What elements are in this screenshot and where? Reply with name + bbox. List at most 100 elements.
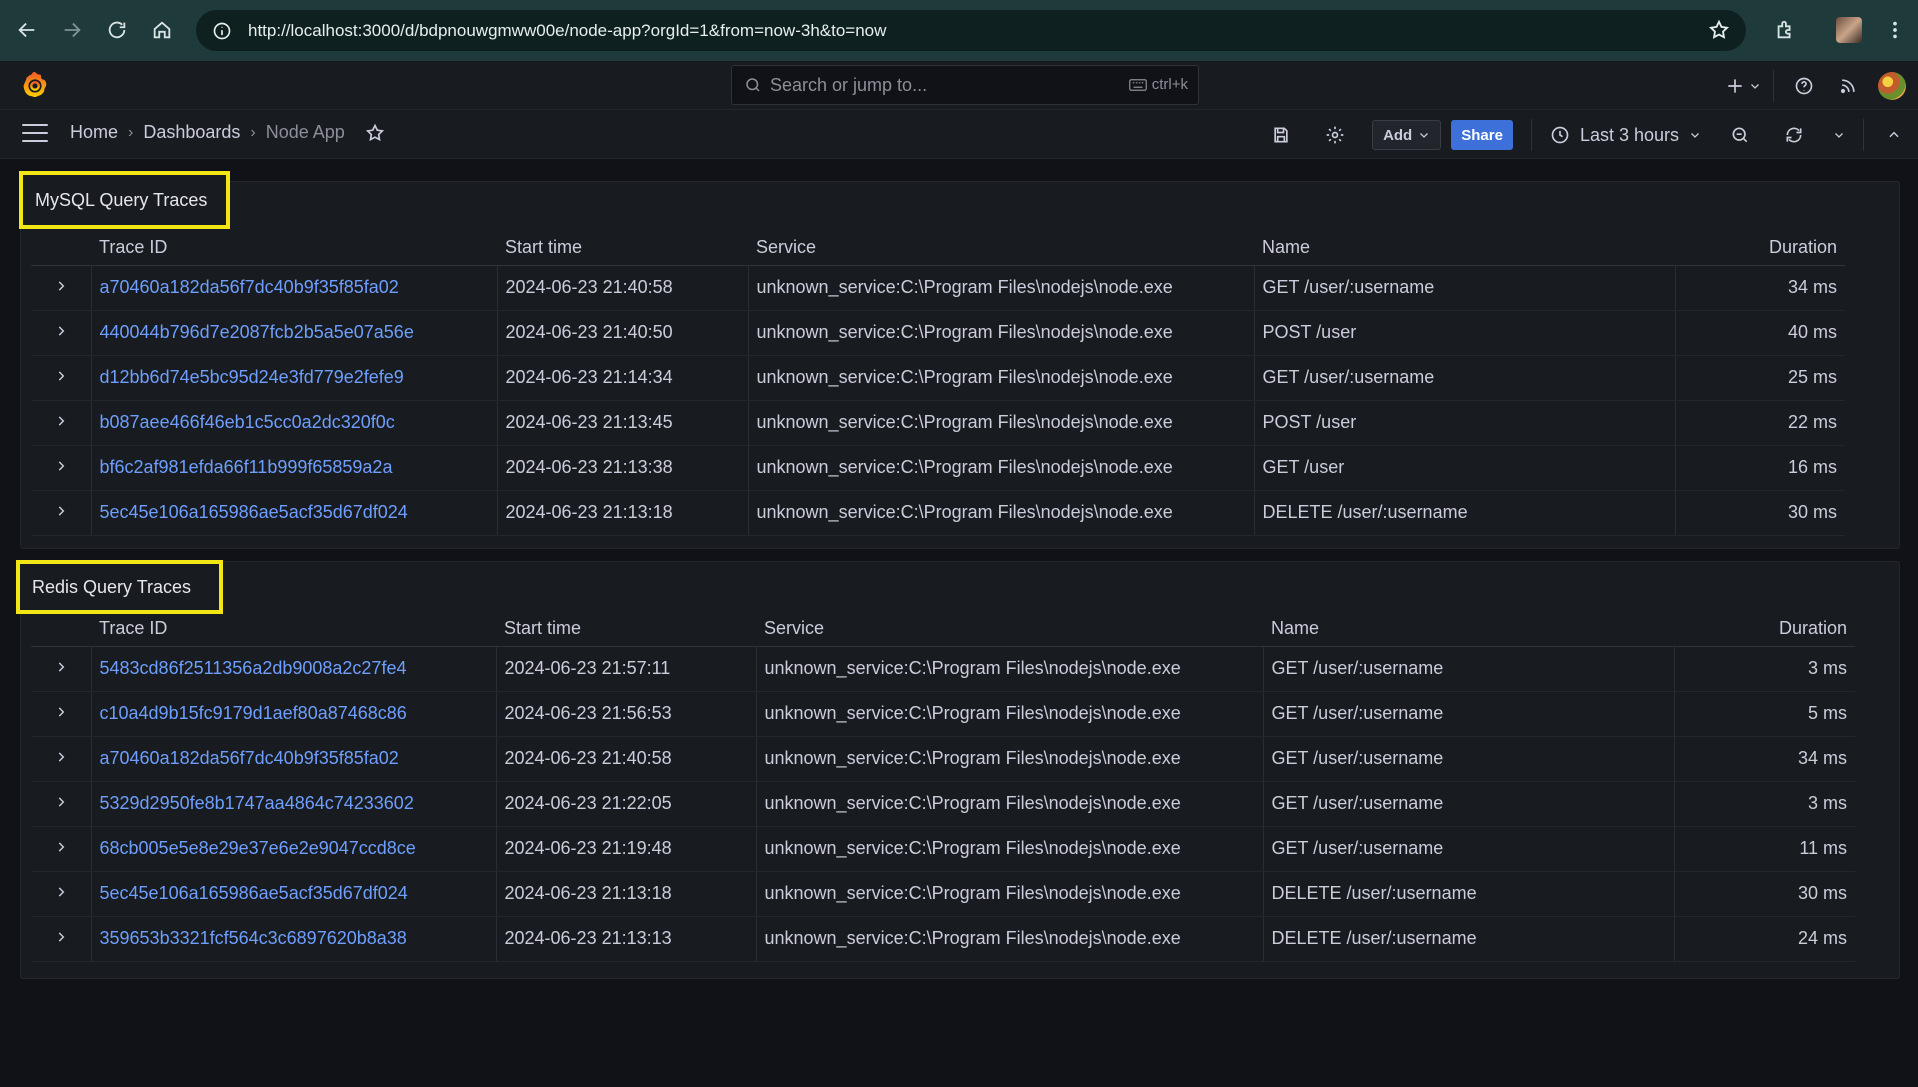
column-header[interactable]: Duration — [1675, 231, 1845, 266]
save-dashboard-icon[interactable] — [1254, 116, 1308, 154]
search-input[interactable]: Search or jump to... ctrl+k — [731, 65, 1199, 105]
trace-id-link[interactable]: 5ec45e106a165986ae5acf35d67df024 — [90, 871, 496, 917]
expand-row-chevron-icon[interactable] — [31, 781, 91, 827]
zoom-out-icon[interactable] — [1713, 116, 1767, 154]
extensions-icon[interactable] — [1762, 8, 1808, 52]
start-time-cell: 2024-06-23 21:13:13 — [495, 916, 756, 962]
back-icon[interactable] — [5, 8, 49, 52]
favorite-star-icon[interactable] — [365, 123, 385, 143]
trace-id-link[interactable]: 440044b796d7e2087fcb2b5a5e07a56e — [90, 310, 497, 356]
table-row[interactable]: d12bb6d74e5bc95d24e3fd779e2fefe9 2024-06-… — [31, 355, 1845, 401]
expand-row-chevron-icon[interactable] — [31, 646, 91, 692]
column-header[interactable]: Name — [1254, 231, 1675, 266]
user-avatar[interactable] — [1874, 67, 1910, 105]
column-header[interactable]: Duration — [1674, 612, 1855, 647]
site-info-icon[interactable] — [210, 19, 234, 43]
home-icon[interactable] — [140, 8, 184, 52]
settings-gear-icon[interactable] — [1308, 116, 1362, 154]
url-text[interactable]: http://localhost:3000/d/bdpnouwgmww00e/n… — [248, 21, 886, 41]
table-row[interactable]: b087aee466f46eb1c5cc0a2dc320f0c 2024-06-2… — [31, 400, 1845, 446]
expand-row-chevron-icon[interactable] — [31, 691, 91, 737]
expand-row-chevron-icon[interactable] — [31, 265, 91, 311]
bookmark-star-icon[interactable] — [1708, 19, 1730, 46]
expand-row-chevron-icon[interactable] — [31, 310, 91, 356]
traces-table: Trace ID Start time Service Name Duratio… — [31, 231, 1845, 536]
address-bar[interactable]: http://localhost:3000/d/bdpnouwgmww00e/n… — [196, 10, 1746, 51]
column-header[interactable]: Trace ID — [91, 231, 497, 266]
trace-id-link[interactable]: a70460a182da56f7dc40b9f35f85fa02 — [90, 736, 496, 782]
forward-icon[interactable] — [50, 8, 94, 52]
table-row[interactable]: 440044b796d7e2087fcb2b5a5e07a56e 2024-06-… — [31, 310, 1845, 356]
time-range-picker[interactable]: Last 3 hours — [1538, 125, 1713, 146]
breadcrumb-separator: › — [128, 123, 134, 141]
browser-toolbar: http://localhost:3000/d/bdpnouwgmww00e/n… — [0, 0, 1918, 61]
service-cell: unknown_service:C:\Program Files\nodejs\… — [747, 490, 1254, 536]
duration-cell: 30 ms — [1673, 871, 1855, 917]
trace-id-link[interactable]: d12bb6d74e5bc95d24e3fd779e2fefe9 — [90, 355, 497, 401]
duration-cell: 34 ms — [1673, 736, 1855, 782]
expand-row-chevron-icon[interactable] — [31, 736, 91, 782]
duration-cell: 16 ms — [1674, 445, 1845, 491]
table-row[interactable]: 5483cd86f2511356a2db9008a2c27fe4 2024-06-… — [31, 646, 1855, 692]
name-cell: DELETE /user/:username — [1262, 916, 1674, 962]
start-time-cell: 2024-06-23 21:14:34 — [496, 355, 748, 401]
table-row[interactable]: a70460a182da56f7dc40b9f35f85fa02 2024-06-… — [31, 265, 1845, 311]
service-cell: unknown_service:C:\Program Files\nodejs\… — [755, 781, 1263, 827]
expand-row-chevron-icon[interactable] — [31, 871, 91, 917]
table-row[interactable]: 5329d2950fe8b1747aa4864c74233602 2024-06-… — [31, 781, 1855, 827]
start-time-cell: 2024-06-23 21:40:58 — [496, 265, 748, 311]
trace-id-link[interactable]: 5329d2950fe8b1747aa4864c74233602 — [90, 781, 496, 827]
expand-row-chevron-icon[interactable] — [31, 355, 91, 401]
table-row[interactable]: 5ec45e106a165986ae5acf35d67df024 2024-06-… — [31, 871, 1855, 917]
expand-row-chevron-icon[interactable] — [31, 490, 91, 536]
collapse-chevron-up-icon[interactable] — [1870, 116, 1918, 154]
table-row[interactable]: 5ec45e106a165986ae5acf35d67df024 2024-06-… — [31, 490, 1845, 536]
column-header[interactable]: Start time — [497, 231, 748, 266]
panel-title[interactable]: MySQL Query Traces — [19, 171, 230, 229]
clock-icon — [1551, 126, 1569, 144]
search-placeholder: Search or jump to... — [770, 74, 928, 95]
expand-row-chevron-icon[interactable] — [31, 916, 91, 962]
reload-icon[interactable] — [95, 8, 139, 52]
start-time-cell: 2024-06-23 21:13:38 — [496, 445, 748, 491]
column-header[interactable]: Trace ID — [91, 612, 496, 647]
trace-id-link[interactable]: a70460a182da56f7dc40b9f35f85fa02 — [90, 265, 497, 311]
panel-title[interactable]: Redis Query Traces — [16, 560, 223, 614]
service-cell: unknown_service:C:\Program Files\nodejs\… — [747, 310, 1254, 356]
plus-icon — [1728, 79, 1742, 93]
column-header[interactable]: Service — [748, 231, 1254, 266]
help-icon[interactable] — [1786, 67, 1822, 105]
expand-row-chevron-icon[interactable] — [31, 400, 91, 446]
column-header[interactable]: Start time — [496, 612, 756, 647]
column-header[interactable]: Name — [1263, 612, 1674, 647]
table-row[interactable]: a70460a182da56f7dc40b9f35f85fa02 2024-06-… — [31, 736, 1855, 782]
traces-table: Trace ID Start time Service Name Duratio… — [31, 612, 1855, 962]
grafana-logo-icon[interactable] — [20, 70, 50, 100]
trace-id-link[interactable]: 359653b3321fcf564c3c6897620b8a38 — [90, 916, 496, 962]
table-row[interactable]: c10a4d9b15fc9179d1aef80a87468c86 2024-06-… — [31, 691, 1855, 737]
trace-id-link[interactable]: bf6c2af981efda66f11b999f65859a2a — [90, 445, 497, 491]
add-button[interactable]: Add — [1372, 120, 1442, 150]
trace-id-link[interactable]: b087aee466f46eb1c5cc0a2dc320f0c — [90, 400, 497, 446]
breadcrumb-dashboards[interactable]: Dashboards — [143, 122, 240, 143]
expand-row-chevron-icon[interactable] — [31, 445, 91, 491]
new-menu-button[interactable] — [1725, 67, 1761, 105]
name-cell: DELETE /user/:username — [1253, 490, 1675, 536]
expand-row-chevron-icon[interactable] — [31, 826, 91, 872]
refresh-interval-chevron-icon[interactable] — [1821, 116, 1857, 154]
trace-id-link[interactable]: c10a4d9b15fc9179d1aef80a87468c86 — [90, 691, 496, 737]
table-row[interactable]: bf6c2af981efda66f11b999f65859a2a 2024-06-… — [31, 445, 1845, 491]
breadcrumb-home[interactable]: Home — [70, 122, 118, 143]
refresh-icon[interactable] — [1767, 116, 1821, 154]
table-row[interactable]: 359653b3321fcf564c3c6897620b8a38 2024-06-… — [31, 916, 1855, 962]
trace-id-link[interactable]: 68cb005e5e8e29e37e6e2e9047ccd8ce — [90, 826, 496, 872]
profile-avatar[interactable] — [1826, 8, 1872, 52]
share-button[interactable]: Share — [1451, 120, 1513, 150]
column-header[interactable]: Service — [756, 612, 1263, 647]
news-rss-icon[interactable] — [1830, 67, 1866, 105]
menu-toggle-icon[interactable] — [22, 124, 48, 144]
table-row[interactable]: 68cb005e5e8e29e37e6e2e9047ccd8ce 2024-06-… — [31, 826, 1855, 872]
trace-id-link[interactable]: 5483cd86f2511356a2db9008a2c27fe4 — [90, 646, 496, 692]
browser-menu-icon[interactable] — [1872, 8, 1918, 52]
trace-id-link[interactable]: 5ec45e106a165986ae5acf35d67df024 — [90, 490, 497, 536]
